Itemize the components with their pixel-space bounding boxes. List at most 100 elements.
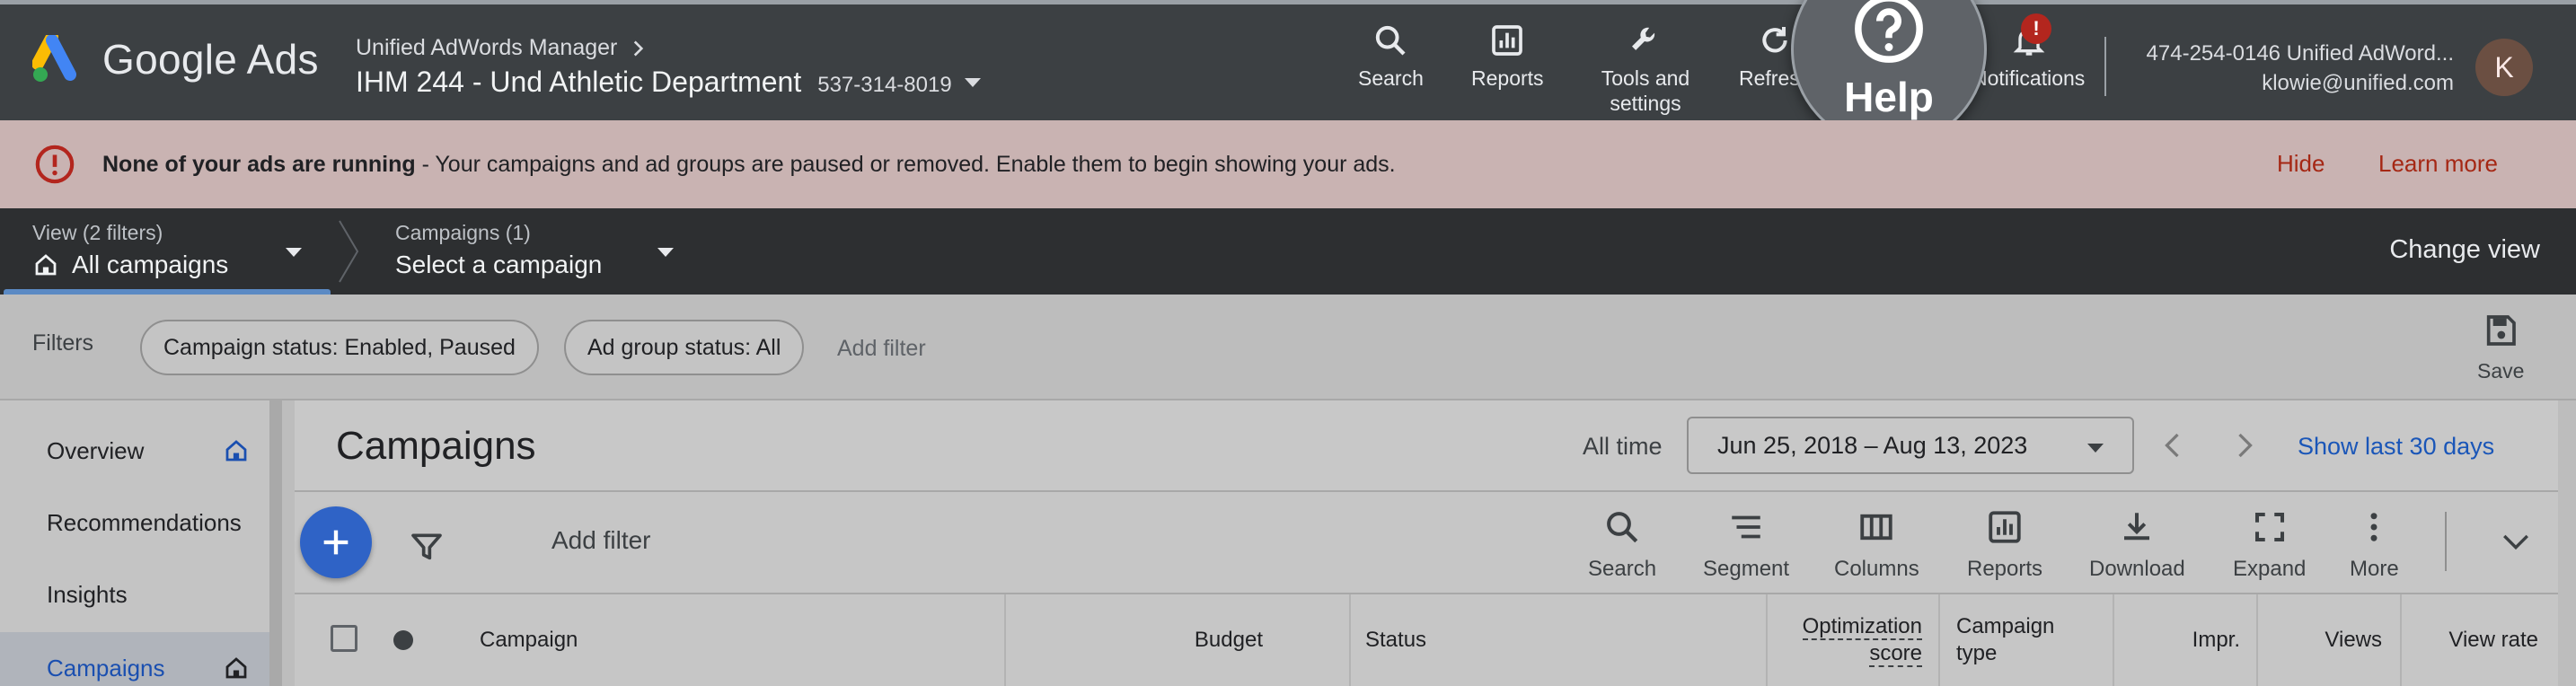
column-label: type bbox=[1956, 641, 1998, 665]
filter-chip-ad-group-status[interactable]: Ad group status: All bbox=[564, 320, 805, 375]
filter-chip-campaign-status[interactable]: Campaign status: Enabled, Paused bbox=[140, 320, 539, 375]
column-campaign-type[interactable]: Campaign type bbox=[1940, 594, 2114, 686]
column-label: Status bbox=[1365, 628, 1427, 652]
reports-icon bbox=[1492, 25, 1523, 56]
main-content: Campaigns All time Jun 25, 2018 – Aug 13… bbox=[295, 400, 2558, 686]
user-account-info[interactable]: 474-254-0146 Unified AdWord... klowie@un… bbox=[2147, 39, 2454, 98]
chevron-right-icon bbox=[634, 40, 644, 57]
alert-body-text: - Your campaigns and ad groups are pause… bbox=[415, 151, 1396, 177]
account-parent-breadcrumb[interactable]: Unified AdWords Manager bbox=[356, 35, 649, 61]
view-value: All campaigns bbox=[72, 251, 229, 278]
google-ads-logo-icon bbox=[32, 35, 76, 82]
expand-icon bbox=[2254, 512, 2284, 542]
column-impressions[interactable]: Impr. bbox=[2114, 594, 2258, 686]
column-campaign[interactable]: Campaign bbox=[295, 594, 1006, 686]
alert-bold-text: None of your ads are running bbox=[102, 151, 416, 177]
nav-notifications-label: Notifications bbox=[1972, 66, 2086, 90]
segment-icon bbox=[1732, 515, 1760, 539]
help-icon bbox=[1855, 0, 1923, 63]
date-range-type: All time bbox=[1583, 433, 1663, 460]
nav-reports-label: Reports bbox=[1471, 66, 1544, 90]
sidebar-item-label: Insights bbox=[47, 580, 128, 608]
account-selector[interactable]: IHM 244 - Und Athletic Department 537-31… bbox=[356, 66, 983, 99]
toolbar-columns-button[interactable]: Columns bbox=[1834, 508, 1919, 582]
toolbar-more-label: More bbox=[2350, 557, 2399, 581]
change-view-button[interactable]: Change view bbox=[2389, 235, 2540, 265]
learn-more-link[interactable]: Learn more bbox=[2378, 150, 2498, 178]
home-icon bbox=[35, 254, 57, 276]
save-icon bbox=[2487, 315, 2517, 346]
brand-name: Google Ads bbox=[102, 36, 319, 83]
campaigns-count-label: Campaigns (1) bbox=[395, 221, 531, 244]
alert-banner: None of your ads are running - Your camp… bbox=[0, 120, 2576, 208]
column-label: Campaign bbox=[480, 628, 578, 652]
more-vert-icon bbox=[2370, 513, 2378, 541]
nav-tools-and-settings[interactable]: Tools and settings bbox=[1593, 22, 1698, 116]
campaign-selector[interactable]: Campaigns (1) Select a campaign bbox=[395, 221, 602, 279]
sidebar-item-campaigns[interactable]: Campaigns bbox=[0, 632, 269, 686]
view-caret-down-icon[interactable] bbox=[284, 246, 304, 259]
add-filter-link[interactable]: Add filter bbox=[837, 336, 926, 362]
sidebar-item-overview[interactable]: Overview bbox=[0, 415, 269, 487]
alert-message: None of your ads are running - Your camp… bbox=[102, 152, 1396, 178]
column-label: score bbox=[1869, 641, 1922, 667]
user-account-line: 474-254-0146 Unified AdWord... bbox=[2146, 41, 2454, 66]
toolbar-reports-button[interactable]: Reports bbox=[1967, 508, 2042, 582]
sidebar-item-recommendations[interactable]: Recommendations bbox=[0, 487, 269, 558]
notification-badge: ! bbox=[2021, 13, 2051, 44]
toolbar-search-label: Search bbox=[1588, 557, 1657, 581]
view-selector-bar: View (2 filters) All campaigns Campaigns… bbox=[0, 208, 2576, 295]
column-label: Impr. bbox=[2192, 628, 2240, 652]
toolbar-download-label: Download bbox=[2089, 557, 2185, 581]
columns-icon bbox=[1860, 514, 1893, 541]
date-range-picker[interactable]: Jun 25, 2018 – Aug 13, 2023 bbox=[1687, 417, 2134, 474]
toolbar-columns-label: Columns bbox=[1834, 557, 1919, 581]
nav-search-label: Search bbox=[1358, 66, 1424, 90]
wrench-icon bbox=[1632, 27, 1655, 50]
column-views[interactable]: Views bbox=[2258, 594, 2402, 686]
toolbar-divider bbox=[2445, 512, 2447, 571]
column-view-rate[interactable]: View rate bbox=[2402, 594, 2558, 686]
chevron-right-icon[interactable] bbox=[2228, 427, 2260, 463]
column-status[interactable]: Status bbox=[1351, 594, 1768, 686]
sidebar-item-insights[interactable]: Insights bbox=[0, 558, 269, 630]
google-ads-logo[interactable]: Google Ads bbox=[32, 35, 319, 84]
toolbar-segment-button[interactable]: Segment bbox=[1703, 508, 1789, 582]
campaign-selector-value: Select a campaign bbox=[395, 251, 603, 278]
save-label: Save bbox=[2477, 359, 2525, 383]
page-title: Campaigns bbox=[336, 424, 536, 468]
sidebar: Overview Recommendations Insights Campai… bbox=[0, 400, 282, 686]
view-selector[interactable]: View (2 filters) All campaigns bbox=[32, 221, 228, 279]
reports-icon bbox=[1989, 511, 2021, 543]
toolbar-search-button[interactable]: Search bbox=[1588, 508, 1656, 582]
filter-icon[interactable] bbox=[408, 528, 446, 564]
nav-search[interactable]: Search bbox=[1358, 22, 1424, 91]
download-icon bbox=[2124, 513, 2150, 541]
column-label: Views bbox=[2325, 628, 2382, 652]
toolbar-expand-label: Expand bbox=[2233, 557, 2307, 581]
column-label: Optimization bbox=[1802, 614, 1922, 640]
search-icon bbox=[1607, 512, 1638, 543]
column-label: View rate bbox=[2448, 628, 2538, 652]
chevron-separator-icon bbox=[339, 220, 359, 283]
avatar[interactable]: K bbox=[2475, 39, 2533, 96]
filters-label: Filters bbox=[32, 330, 94, 356]
toolbar-expand-button[interactable]: Expand bbox=[2233, 508, 2306, 582]
column-budget[interactable]: Budget bbox=[1006, 594, 1351, 686]
campaign-caret-down-icon[interactable] bbox=[656, 246, 675, 259]
add-filter-input[interactable]: Add filter bbox=[551, 526, 651, 555]
hide-alert-link[interactable]: Hide bbox=[2277, 150, 2325, 178]
show-last-30-days-link[interactable]: Show last 30 days bbox=[2298, 433, 2494, 461]
column-optimization-score[interactable]: Optimization score bbox=[1768, 594, 1940, 686]
save-button[interactable]: Save bbox=[2477, 312, 2524, 383]
nav-reports[interactable]: Reports bbox=[1471, 22, 1544, 91]
table-header: Campaign Budget Status Optimization scor… bbox=[295, 594, 2558, 686]
refresh-icon bbox=[1762, 27, 1787, 53]
chevron-down-icon[interactable] bbox=[2501, 532, 2531, 553]
sidebar-item-label: Campaigns bbox=[47, 654, 165, 682]
add-campaign-button[interactable] bbox=[300, 506, 372, 578]
toolbar-download-button[interactable]: Download bbox=[2089, 508, 2185, 582]
chevron-left-icon[interactable] bbox=[2157, 427, 2190, 463]
date-range-value: Jun 25, 2018 – Aug 13, 2023 bbox=[1717, 431, 2028, 459]
toolbar-more-button[interactable]: More bbox=[2350, 508, 2399, 582]
